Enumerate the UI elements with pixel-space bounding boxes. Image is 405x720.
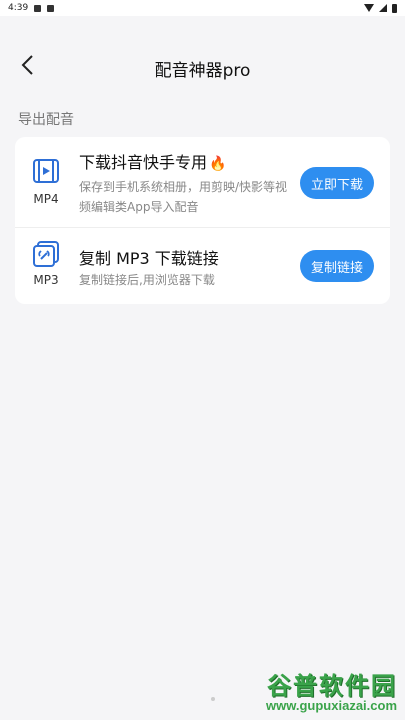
item-description: 复制链接后,用浏览器下载 [79,273,215,287]
watermark-url: www.gupuxiazai.com [266,698,397,713]
watermark: 谷普软件园 www.gupuxiazai.com [212,666,397,720]
status-bar: 4:39 [0,0,405,16]
fire-icon: 🔥 [209,156,227,172]
link-file-icon [33,241,59,267]
notification-icon [47,4,55,12]
section-label: 导出配音 [18,112,74,128]
copy-link-button[interactable]: 复制链接 [299,250,374,282]
list-item-mp4: MP4 下载抖音快手专用 🔥 保存到手机系统相册，用剪映/快影等视频编辑类App导… [15,137,390,228]
export-card: MP4 下载抖音快手专用 🔥 保存到手机系统相册，用剪映/快影等视频编辑类App导… [15,137,390,304]
app-header: 配音神器pro [0,16,405,100]
list-item-mp3: MP3 复制 MP3 下载链接 复制链接后,用浏览器下载 复制链接 [15,228,390,304]
item-title: 下载抖音快手专用 🔥 [79,149,226,173]
video-file-icon [33,159,59,183]
status-right [364,3,397,13]
watermark-name: 谷普软件园 [267,672,397,700]
battery-icon [392,3,397,13]
page-title: 配音神器pro [154,61,251,81]
notification-icon [34,4,42,12]
signal-icon [379,4,387,12]
download-now-button[interactable]: 立即下载 [299,167,374,199]
item-description: 保存到手机系统相册，用剪映/快影等视频编辑类App导入配音 [79,180,288,214]
status-time: 4:39 [8,3,29,13]
item-title-text: 下载抖音快手专用 [79,153,208,172]
wifi-icon [364,4,374,12]
item-title: 复制 MP3 下载链接 [79,249,219,268]
status-left: 4:39 [8,3,55,13]
format-label: MP4 [33,192,59,206]
format-label: MP3 [33,273,59,287]
